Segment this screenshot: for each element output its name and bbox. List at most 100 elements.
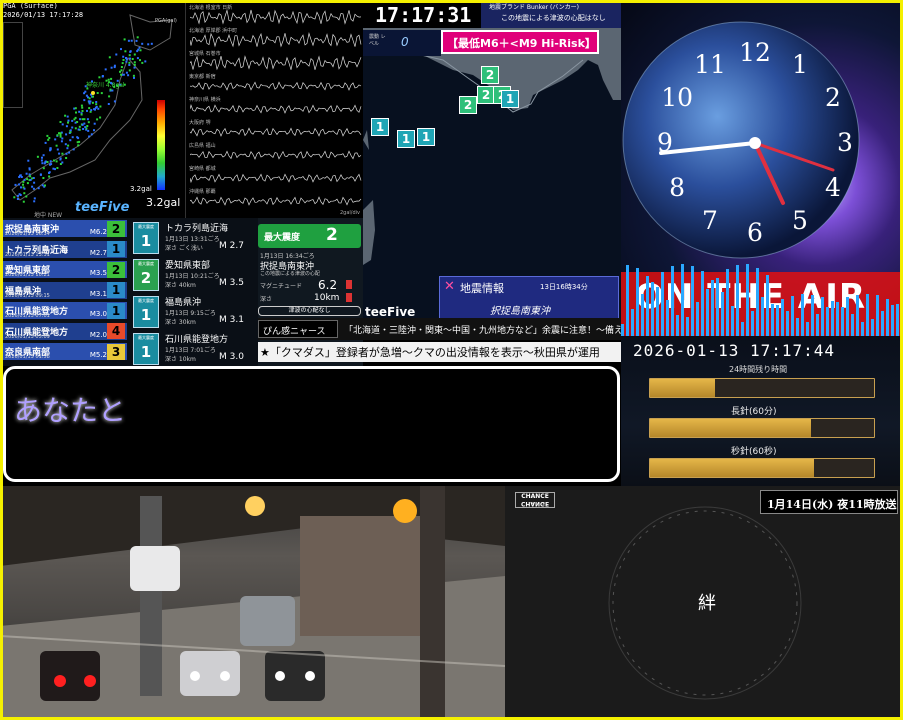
station-dot xyxy=(67,121,69,124)
station-dot xyxy=(39,173,42,176)
station-dot xyxy=(48,137,51,139)
ticker-line-2: ★「クマダス」登録者が急増〜クマの出没情報を表示〜秋田県が運用 xyxy=(260,346,600,359)
station-dot xyxy=(22,200,25,203)
message-box: あなたと xyxy=(3,366,620,482)
station-dot xyxy=(25,172,28,175)
station-dot xyxy=(29,175,32,178)
station-dot xyxy=(76,121,79,123)
clock-number: 7 xyxy=(702,206,718,235)
card-shindo-box: 最大震度 1 xyxy=(133,296,159,328)
quake-shindo: 1 xyxy=(107,282,125,298)
station-dot xyxy=(113,100,116,103)
quake-list-row[interactable]: 択捉島南東沖 M6.2 2026/01/13 16:34 2 xyxy=(3,220,127,238)
quake-list-row[interactable]: 福島県沖 M3.1 2026/01/13 09:15 1 xyxy=(3,281,127,300)
station-dot xyxy=(92,95,94,98)
ticker-source: ぴん感ニャース xyxy=(263,327,326,337)
spectrum-bar xyxy=(746,264,749,336)
station-dot xyxy=(33,181,36,184)
station-dot xyxy=(64,114,67,117)
quake-card[interactable]: 最大震度 1 福島県沖 1月13日 9:15ごろ 深さ 30km M 3.1 xyxy=(133,294,255,330)
spectrum-bar xyxy=(871,319,874,336)
station-dot xyxy=(66,115,69,118)
station-dot xyxy=(90,109,93,112)
station-dot xyxy=(136,50,139,53)
clock-number: 3 xyxy=(837,128,853,157)
waveform-path xyxy=(190,173,362,184)
spectrum-bar xyxy=(706,289,709,336)
station-dot xyxy=(44,184,46,187)
spectrum-bar xyxy=(806,322,809,336)
station-dot xyxy=(132,74,135,77)
station-dot xyxy=(141,61,144,64)
teefive-logo: teeFive xyxy=(75,200,130,215)
station-dot xyxy=(110,66,113,69)
spectrum-bar xyxy=(656,287,659,336)
station-dot xyxy=(83,122,86,125)
station-dot xyxy=(41,156,43,159)
station-dot xyxy=(28,173,31,176)
quake-mag: M2.0 xyxy=(89,330,107,339)
quake-card[interactable]: 最大震度 2 愛知県東部 1月13日 10:21ごろ 深さ 40km M 3.5 xyxy=(133,257,255,293)
station-dot xyxy=(29,178,32,181)
station-dot xyxy=(55,144,58,147)
station-dot xyxy=(67,144,70,147)
station-dot xyxy=(85,94,88,97)
card-title: 石川県能登地方 xyxy=(165,335,229,345)
station-dot xyxy=(88,97,91,100)
quake-list-row[interactable]: 愛知県東部 M3.5 2026/01/13 10:21 2 xyxy=(3,261,127,279)
quake-time: 2026/01/13 07:01 xyxy=(5,313,50,319)
station-dot xyxy=(18,193,21,196)
station-dot xyxy=(23,187,26,190)
tsunami-status: 津波の心配なし xyxy=(258,306,361,316)
station-dot xyxy=(138,46,141,49)
quake-list-row[interactable]: トカラ列島近海 M2.7 2026/01/13 13:31 1 xyxy=(3,240,127,259)
station-dot xyxy=(56,134,59,137)
spectrum-bar xyxy=(861,322,864,336)
station-dot xyxy=(69,131,72,134)
ticker-line-1: 「北海道・三陸沖・関東〜中国・九州地方など」余震に注意！〜備えを〜 xyxy=(344,326,642,336)
station-dot xyxy=(86,109,88,112)
spectrum-bar xyxy=(786,311,789,336)
clock-number: 5 xyxy=(792,206,808,235)
station-dot xyxy=(61,161,64,164)
station-dot xyxy=(81,123,84,126)
station-dot xyxy=(31,185,34,188)
remain-bar-fill xyxy=(650,419,812,437)
station-dot xyxy=(120,69,123,72)
waveform-path xyxy=(190,150,362,160)
station-dot xyxy=(125,60,128,63)
quake-list-row[interactable]: 石川県能登地方 M3.0 2026/01/13 07:01 1 xyxy=(3,302,127,320)
spectrum-bar xyxy=(766,275,769,336)
station-dot xyxy=(88,135,91,138)
station-dot xyxy=(122,73,125,76)
quake-list-row[interactable]: 奈良県南部 M5.2 2026/01/13 01:58 3 xyxy=(3,343,127,361)
spectrum-bar xyxy=(776,305,779,336)
station-dot xyxy=(41,184,44,187)
bunker-note: この地震による津波の心配はなし xyxy=(501,14,606,22)
station-dot xyxy=(93,129,95,132)
station-dot xyxy=(17,183,20,186)
info-place: 択捉島南東沖 xyxy=(490,306,550,317)
card-depth: 深さ 40km xyxy=(165,282,196,289)
card-title: 愛知県東部 xyxy=(165,261,211,271)
quake-card[interactable]: 最大震度 1 トカラ列島近海 1月13日 13:31ごろ 深さ ごく浅い M 2.… xyxy=(133,220,255,256)
detail-mag: 6.2 xyxy=(318,278,338,292)
station-dot xyxy=(101,75,104,78)
spectrum-bar xyxy=(631,309,634,336)
quake-list-row[interactable]: 石川県能登地方 M2.0 2026/01/13 05:09 4 xyxy=(3,322,127,341)
station-dot xyxy=(49,160,52,163)
spectrum-bar xyxy=(736,265,739,336)
station-dot xyxy=(42,154,45,157)
station-dot xyxy=(107,78,110,81)
station-dot xyxy=(127,74,130,77)
quake-card[interactable]: 最大震度 1 石川県能登地方 1月13日 7:01ごろ 深さ 10km M 3.0 xyxy=(133,331,255,367)
station-dot xyxy=(84,126,87,129)
card-shindo-box: 最大震度 2 xyxy=(133,259,159,291)
station-dot xyxy=(56,148,59,151)
station-dot xyxy=(72,148,75,151)
spectrum-bar xyxy=(811,295,814,336)
station-dot xyxy=(18,176,21,178)
station-dot xyxy=(33,197,36,200)
remain-label: 長針(60分) xyxy=(731,407,777,417)
quake-info-box: ✕ 地震情報 13日16時34分 択捉島南東沖 xyxy=(439,276,619,320)
